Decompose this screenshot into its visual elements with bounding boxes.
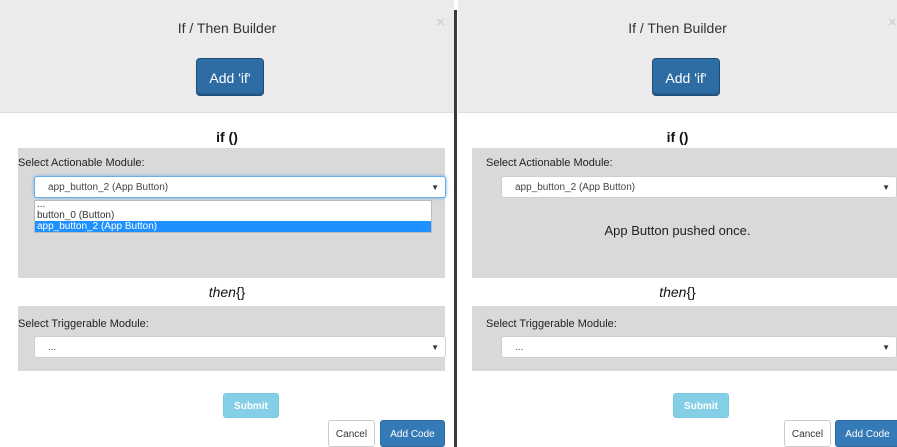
submit-button[interactable]: Submit — [223, 393, 279, 418]
then-braces: {} — [235, 284, 246, 300]
then-keyword: then — [208, 284, 236, 300]
cancel-button[interactable]: Cancel — [784, 420, 831, 447]
triggerable-module-section: Select Triggerable Module: ... ▼ — [472, 306, 897, 371]
then-heading: then{} — [458, 284, 897, 300]
actionable-module-select[interactable]: app_button_2 (App Button) ▼ — [501, 176, 897, 198]
dropdown-option[interactable]: button_0 (Button) — [35, 210, 431, 221]
close-icon[interactable]: × — [436, 14, 445, 31]
triggerable-module-label: Select Triggerable Module: — [486, 318, 617, 330]
add-if-button[interactable]: Add 'if' — [652, 58, 720, 96]
actionable-module-label: Select Actionable Module: — [486, 157, 613, 169]
modal-header: If / Then Builder × Add 'if' — [458, 0, 897, 113]
if-heading: if () — [216, 129, 238, 145]
close-icon[interactable]: × — [888, 14, 897, 31]
select-value: app_button_2 (App Button) — [48, 182, 169, 193]
modal-title: If / Then Builder — [177, 20, 277, 36]
triggerable-module-section: Select Triggerable Module: ... ▼ — [18, 306, 446, 371]
chevron-down-icon: ▼ — [431, 343, 439, 352]
if-then-builder-modal-left: If / Then Builder × Add 'if' if () Selec… — [0, 0, 454, 447]
dropdown-option-selected[interactable]: app_button_2 (App Button) — [35, 221, 431, 232]
triggerable-module-label: Select Triggerable Module: — [18, 318, 149, 330]
then-keyword: then — [659, 284, 687, 300]
chevron-down-icon: ▼ — [431, 183, 439, 192]
select-value: ... — [48, 342, 57, 353]
actionable-module-dropdown: ... button_0 (Button) app_button_2 (App … — [34, 200, 432, 233]
submit-button[interactable]: Submit — [673, 393, 729, 418]
modal-title: If / Then Builder — [628, 20, 727, 36]
actionable-module-select[interactable]: app_button_2 (App Button) ▼ — [34, 176, 446, 198]
add-code-button[interactable]: Add Code — [380, 420, 445, 447]
cancel-button[interactable]: Cancel — [328, 420, 375, 447]
then-heading: then{} — [0, 284, 454, 300]
dropdown-option[interactable]: ... — [35, 200, 431, 210]
actionable-module-section: Select Actionable Module: app_button_2 (… — [472, 148, 897, 418]
triggerable-module-select[interactable]: ... ▼ — [501, 336, 897, 358]
then-braces: {} — [686, 284, 696, 300]
modal-header: If / Then Builder × Add 'if' — [0, 0, 454, 113]
triggerable-module-select[interactable]: ... ▼ — [34, 336, 446, 358]
add-code-button[interactable]: Add Code — [835, 420, 897, 447]
select-value: ... — [515, 342, 524, 353]
if-then-builder-modal-right: If / Then Builder × Add 'if' if () Selec… — [458, 0, 897, 447]
chevron-down-icon: ▼ — [882, 183, 890, 192]
panel-divider — [454, 10, 457, 447]
status-message: App Button pushed once. — [604, 223, 751, 238]
actionable-module-label: Select Actionable Module: — [18, 157, 145, 169]
if-heading: if () — [666, 129, 689, 145]
select-value: app_button_2 (App Button) — [515, 182, 636, 193]
chevron-down-icon: ▼ — [882, 343, 890, 352]
add-if-button[interactable]: Add 'if' — [196, 58, 264, 96]
